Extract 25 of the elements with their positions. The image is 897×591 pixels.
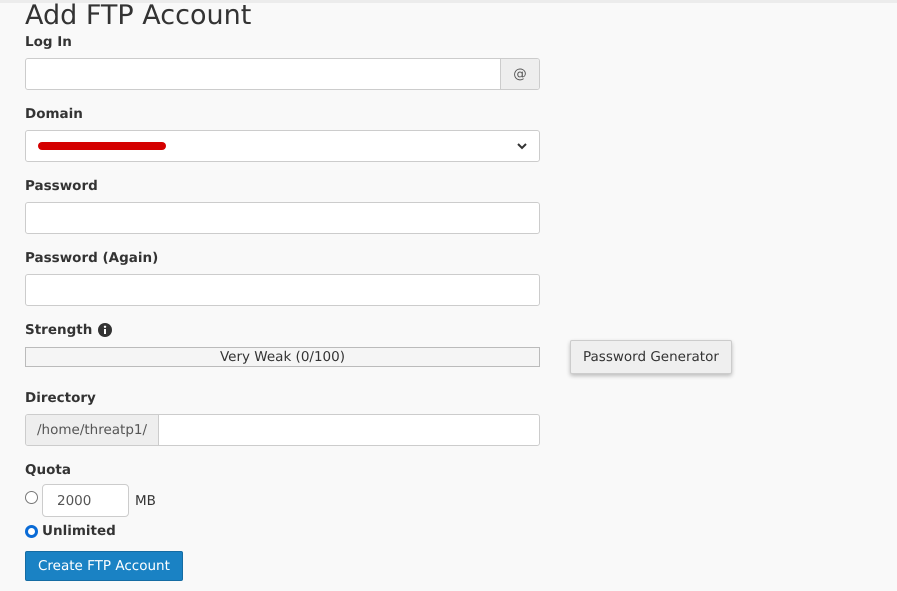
login-field[interactable]: @ <box>25 58 540 90</box>
create-ftp-account-button[interactable]: Create FTP Account <box>25 551 183 581</box>
radio-button[interactable] <box>25 524 38 538</box>
domain-suffix: @ <box>500 59 539 89</box>
password-label: Password <box>25 177 99 196</box>
password-field[interactable] <box>25 202 540 234</box>
unlimited-label: Unlimited <box>42 522 116 541</box>
password-generator-button[interactable]: Password Generator <box>570 340 732 374</box>
domain-select[interactable] <box>25 130 540 162</box>
quota-label: Quota <box>25 461 72 480</box>
domain-label: Domain <box>25 105 84 124</box>
quota-field[interactable]: 2000 <box>42 484 129 517</box>
password-again-field[interactable] <box>25 274 540 306</box>
chevron-down-icon <box>517 142 527 150</box>
strength-reading: Very Weak (0/100) <box>220 349 345 365</box>
radio-button[interactable] <box>25 491 38 504</box>
directory-field[interactable]: /home/threatp1/ <box>25 414 540 446</box>
page-title: Add FTP Account <box>25 3 252 32</box>
directory-prefix: /home/threatp1/ <box>26 415 160 445</box>
login-label: Log In <box>25 33 73 52</box>
quota-unit: MB <box>135 492 156 508</box>
directory-label: Directory <box>25 389 97 408</box>
info-icon[interactable] <box>98 323 112 337</box>
strength-label: Strength <box>25 321 92 340</box>
password-again-label: Password (Again) <box>25 249 160 268</box>
